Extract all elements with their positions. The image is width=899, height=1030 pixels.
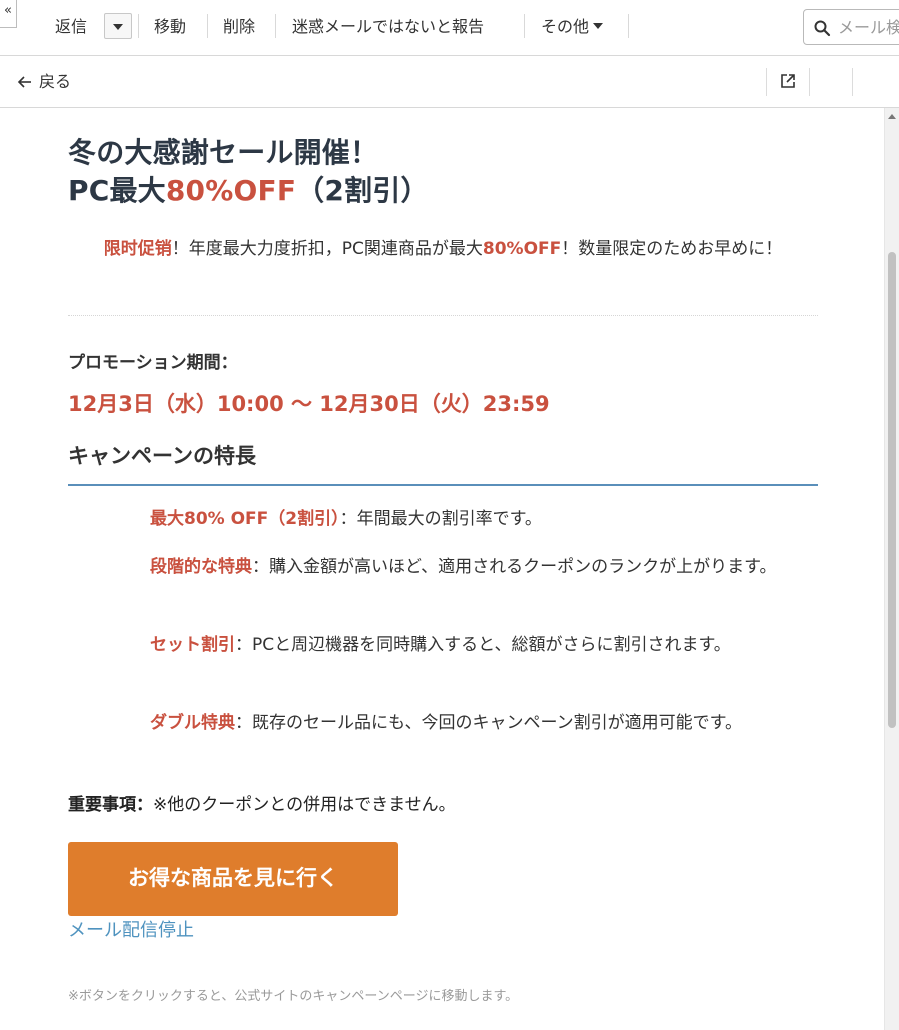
feature-title: 段階的な特典 <box>150 557 252 577</box>
footnote: ※ボタンをクリックすると、公式サイトのキャンペーンページに移動します。 <box>68 989 519 1004</box>
lead-text-1: ！年度最大力度折扣，PC関連商品が最大 <box>171 239 483 259</box>
other-menu-label: その他 <box>541 17 590 36</box>
toolbar-divider <box>628 14 629 38</box>
caret-down-icon <box>593 22 604 29</box>
toolbar-divider <box>275 14 276 38</box>
feature-text: ：PCと周辺機器を同時購入すると、総額がさらに割引されます。 <box>235 635 731 655</box>
toolbar-divider <box>207 14 208 38</box>
headline-line-2: PC最大80%OFF（2割引） <box>68 172 429 210</box>
move-button[interactable]: 移動 <box>154 15 186 39</box>
lead-highlight-discount: 80%OFF <box>482 239 562 259</box>
search-box[interactable] <box>803 9 899 45</box>
lead-text-2: ！数量限定のためお早めに！ <box>561 239 783 259</box>
features-heading: キャンペーンの特長 <box>68 444 256 468</box>
collapse-pane-button[interactable]: « <box>0 0 17 28</box>
subbar-divider <box>809 68 810 96</box>
lead-paragraph: 限时促销！年度最大力度折扣，PC関連商品が最大80%OFF！数量限定のためお早め… <box>68 234 818 264</box>
toolbar-divider <box>524 14 525 38</box>
back-button[interactable]: 戻る <box>17 70 71 94</box>
reply-dropdown-button[interactable] <box>104 13 132 39</box>
feature-item: ダブル特典：既存のセール品にも、今回のキャンペーン割引が適用可能です。 <box>150 708 818 738</box>
other-menu-button[interactable]: その他 <box>541 15 604 39</box>
notice-text: ※他のクーポンとの併用はできません。 <box>153 795 456 815</box>
feature-title: ダブル特典 <box>150 713 235 733</box>
email-headline: 冬の大感謝セール開催！ PC最大80%OFF（2割引） <box>68 134 429 210</box>
scrollbar-thumb[interactable] <box>888 252 896 728</box>
email-body: 冬の大感謝セール開催！ PC最大80%OFF（2割引） 限时促销！年度最大力度折… <box>0 108 884 1030</box>
scrollbar[interactable] <box>884 108 899 1030</box>
feature-item: 段階的な特典：購入金額が高いほど、適用されるクーポンのランクが上がります。 <box>150 552 818 582</box>
message-toolbar: « 返信 移動 削除 迷惑メールではないと報告 その他 <box>0 0 899 56</box>
unsubscribe-link[interactable]: メール配信停止 <box>68 916 194 942</box>
scroll-up-arrow-icon[interactable] <box>888 114 896 119</box>
headline-prefix: PC最大 <box>68 174 166 207</box>
feature-item: 最大80% OFF（2割引）：年間最大の割引率です。 <box>150 504 818 534</box>
feature-text: ：年間最大の割引率です。 <box>339 509 542 529</box>
search-icon <box>814 20 831 37</box>
chevron-down-icon <box>113 24 123 30</box>
arrow-left-icon <box>17 76 31 88</box>
open-in-new-window-icon[interactable] <box>779 72 797 90</box>
feature-item: セット割引：PCと周辺機器を同時購入すると、総額がさらに割引されます。 <box>150 630 818 660</box>
search-input[interactable] <box>838 15 899 39</box>
important-notice: 重要事項：※他のクーポンとの併用はできません。 <box>68 790 456 815</box>
feature-title: セット割引 <box>150 635 235 655</box>
toolbar-divider <box>138 14 139 38</box>
notice-label: 重要事項： <box>68 795 153 815</box>
subbar-divider <box>852 68 853 96</box>
view-deals-button[interactable]: お得な商品を見に行く <box>68 842 398 916</box>
reply-button[interactable]: 返信 <box>55 15 87 39</box>
delete-button[interactable]: 削除 <box>223 15 255 39</box>
dotted-divider <box>68 315 818 316</box>
promotion-period-value: 12月3日（水）10:00 〜 12月30日（火）23:59 <box>68 392 550 416</box>
lead-highlight-promo: 限时促销 <box>103 239 172 259</box>
headline-suffix: （2割引） <box>296 174 429 207</box>
headline-discount: 80%OFF <box>165 174 297 207</box>
feature-title: 最大80% OFF（2割引） <box>150 509 340 529</box>
message-subbar: 戻る <box>0 56 899 108</box>
features-divider <box>68 484 818 486</box>
back-label: 戻る <box>39 72 72 91</box>
subbar-divider <box>766 68 767 96</box>
feature-text: ：購入金額が高いほど、適用されるクーポンのランクが上がります。 <box>252 557 777 577</box>
promotion-period-label: プロモーション期間： <box>68 353 238 373</box>
not-spam-button[interactable]: 迷惑メールではないと報告 <box>292 15 484 39</box>
feature-text: ：既存のセール品にも、今回のキャンペーン割引が適用可能です。 <box>235 713 742 733</box>
headline-line-1: 冬の大感謝セール開催！ <box>68 136 379 169</box>
